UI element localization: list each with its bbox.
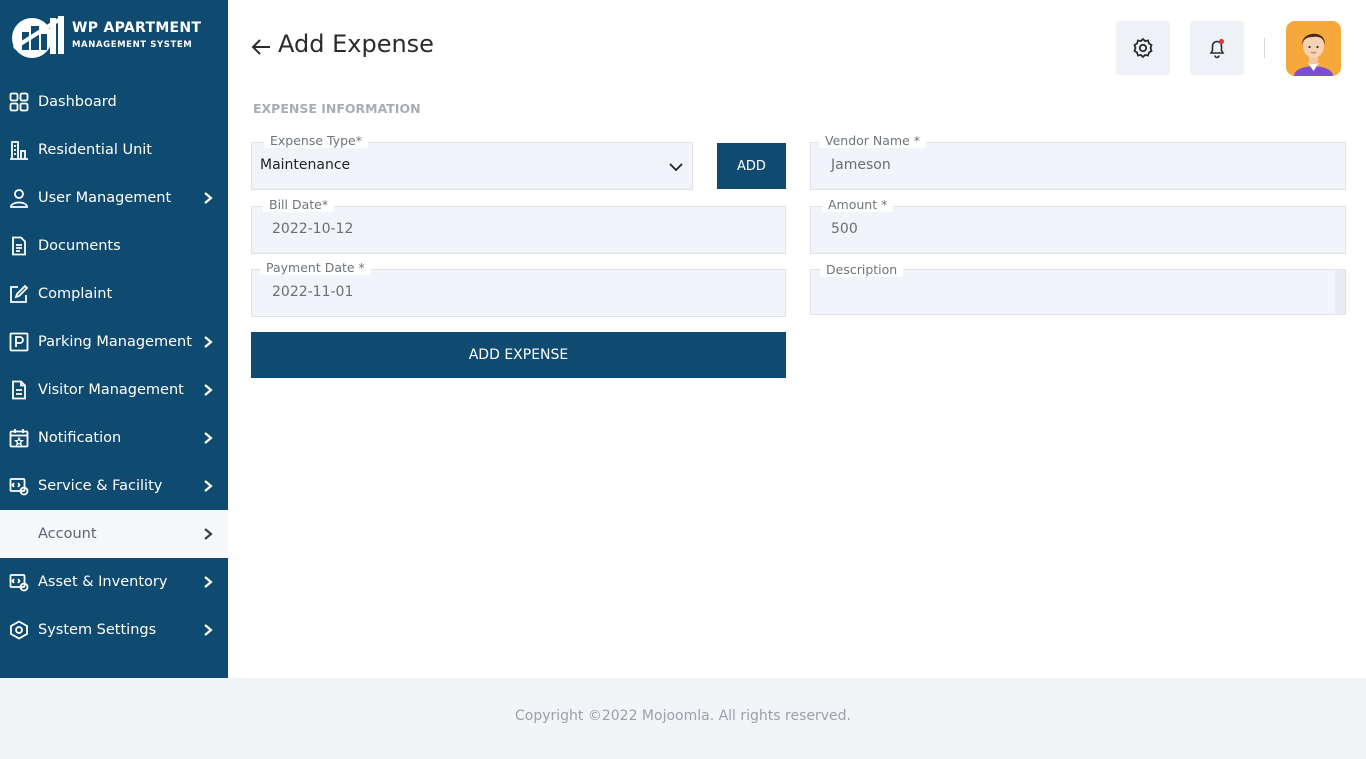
logo-title: WP APARTMENT: [72, 20, 202, 36]
payment-date-label: Payment Date *: [260, 260, 371, 275]
gear-icon: [1133, 37, 1153, 59]
chevron-right-icon: [204, 192, 213, 204]
bill-date-label: Bill Date*: [263, 197, 335, 212]
sidebar-item-account[interactable]: Account: [0, 510, 228, 558]
textarea-scrollbar[interactable]: [1335, 270, 1345, 314]
sidebar-item-label: User Management: [38, 190, 172, 206]
document-icon: [8, 235, 30, 257]
description-textarea[interactable]: Description: [810, 262, 1346, 315]
sidebar-item-residential-unit[interactable]: Residential Unit: [0, 126, 228, 174]
bill-date-field[interactable]: Bill Date* 2022-10-12: [251, 197, 786, 254]
sidebar-item-notification[interactable]: Notification: [0, 414, 228, 462]
user-icon: [8, 187, 30, 209]
sidebar-item-label: Dashboard: [38, 94, 117, 110]
file-icon: [8, 379, 30, 401]
app-logo[interactable]: WP APARTMENT MANAGEMENT SYSTEM: [10, 14, 220, 60]
vendor-name-value: Jameson: [831, 157, 891, 173]
asset-icon: [8, 571, 30, 593]
sidebar-item-label: Notification: [38, 430, 122, 446]
amount-label: Amount *: [822, 197, 894, 212]
copyright-text: Copyright ©2022 Mojoomla. All rights res…: [514, 708, 851, 724]
add-expense-type-button[interactable]: ADD: [717, 143, 786, 189]
service-icon: [8, 475, 30, 497]
building-icon: [8, 139, 30, 161]
vendor-name-label: Vendor Name *: [819, 133, 926, 148]
sidebar-item-label: Parking Management: [38, 334, 192, 350]
amount-value: 500: [831, 221, 858, 237]
expense-type-select[interactable]: Expense Type* Maintenance: [251, 133, 693, 190]
notification-button[interactable]: [1190, 21, 1244, 75]
account-icon: [8, 523, 30, 545]
sidebar-item-label: Complaint: [38, 286, 113, 302]
settings-button[interactable]: [1116, 21, 1170, 75]
sidebar-item-label: Residential Unit: [38, 142, 152, 158]
settings-eye-icon: [8, 619, 30, 641]
chevron-right-icon: [204, 480, 213, 492]
description-label: Description: [820, 262, 904, 277]
chevron-right-icon: [204, 432, 213, 444]
sidebar-nav: Dashboard Residential Unit User Manageme…: [0, 78, 228, 653]
chevron-right-icon: [204, 384, 213, 396]
footer: Copyright ©2022 Mojoomla. All rights res…: [0, 678, 1366, 759]
arrow-left-icon[interactable]: [250, 36, 272, 58]
bell-icon: [1209, 38, 1225, 59]
bill-date-value: 2022-10-12: [272, 221, 354, 237]
payment-date-field[interactable]: Payment Date * 2022-11-01: [251, 260, 786, 317]
sidebar-item-label: Documents: [38, 238, 121, 254]
sidebar-item-documents[interactable]: Documents: [0, 222, 228, 270]
parking-icon: [8, 331, 30, 353]
sidebar-item-complaint[interactable]: Complaint: [0, 270, 228, 318]
chevron-down-icon: [669, 163, 683, 172]
user-avatar-icon: [1294, 33, 1333, 76]
section-title: EXPENSE INFORMATION: [253, 101, 421, 116]
payment-date-value: 2022-11-01: [272, 284, 354, 300]
sidebar-item-label: Account: [38, 526, 97, 542]
avatar[interactable]: [1286, 21, 1341, 76]
sidebar-item-dashboard[interactable]: Dashboard: [0, 78, 228, 126]
chevron-right-icon: [204, 624, 213, 636]
expense-type-value: Maintenance: [260, 157, 351, 173]
sidebar-item-user-management[interactable]: User Management: [0, 174, 228, 222]
chevron-right-icon: [204, 576, 213, 588]
building-logo-icon: [12, 16, 64, 58]
sidebar-item-system-settings[interactable]: System Settings: [0, 606, 228, 653]
page-title: Add Expense: [278, 30, 434, 58]
add-expense-button[interactable]: ADD EXPENSE: [251, 332, 786, 378]
header-divider: [1264, 38, 1265, 58]
sidebar-item-label: Service & Facility: [38, 478, 163, 494]
calendar-star-icon: [8, 427, 30, 449]
sidebar-item-label: Visitor Management: [38, 382, 184, 398]
sidebar-item-service-facility[interactable]: Service & Facility: [0, 462, 228, 510]
amount-field[interactable]: Amount * 500: [810, 197, 1346, 254]
expense-type-label: Expense Type*: [264, 133, 368, 148]
chevron-right-icon: [204, 528, 213, 540]
logo-subtitle: MANAGEMENT SYSTEM: [72, 40, 193, 50]
sidebar-item-label: Asset & Inventory: [38, 574, 168, 590]
sidebar-item-asset-inventory[interactable]: Asset & Inventory: [0, 558, 228, 606]
edit-icon: [8, 283, 30, 305]
sidebar: WP APARTMENT MANAGEMENT SYSTEM Dashboard…: [0, 0, 228, 678]
chevron-right-icon: [204, 336, 213, 348]
sidebar-item-label: System Settings: [38, 621, 157, 638]
dashboard-grid-icon: [8, 91, 30, 113]
sidebar-item-parking-management[interactable]: Parking Management: [0, 318, 228, 366]
sidebar-item-visitor-management[interactable]: Visitor Management: [0, 366, 228, 414]
vendor-name-field[interactable]: Vendor Name * Jameson: [810, 133, 1346, 190]
